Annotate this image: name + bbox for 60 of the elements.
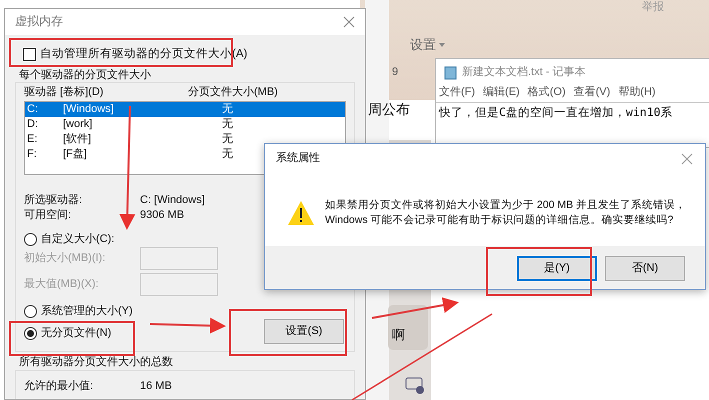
menu-item[interactable]: 编辑(E) — [483, 85, 520, 100]
paging-size: 无 — [222, 147, 233, 162]
notepad-icon — [444, 66, 458, 80]
drive-letter: D: — [27, 117, 38, 132]
field-label: 所选驱动器: — [24, 193, 84, 208]
field-value: 16 MB — [140, 379, 172, 394]
field-label: 初始大小(MB)(I): — [24, 251, 106, 266]
menu-item[interactable]: 查看(V) — [574, 85, 610, 100]
volume-label: [work] — [63, 117, 92, 132]
paging-size: 无 — [222, 102, 233, 117]
drive-row[interactable]: C: [Windows] 无 — [25, 102, 345, 117]
message-text: Windows 可能不会记录可能有助于标识问题的详细信息。确实要继续吗? — [325, 213, 674, 228]
group-title: 所有驱动器分页文件大小的总数 — [19, 356, 173, 368]
input-field[interactable] — [140, 273, 218, 296]
volume-label: [Windows] — [63, 102, 114, 117]
field-value: 9306 MB — [140, 208, 184, 223]
document-text[interactable]: 快了，但是C盘的空间一直在增加，win10系 — [439, 105, 673, 119]
column-header: 驱动器 [卷标](D) — [24, 85, 104, 100]
warning-icon — [287, 200, 315, 226]
field-value: C: [Windows] — [140, 193, 205, 208]
side-text: 周公布 — [368, 100, 410, 118]
message-text: 如果禁用分页文件或将初始大小设置为少于 200 MB 并且发生了系统错误， — [325, 198, 686, 213]
column-header: 分页文件大小(MB) — [188, 85, 278, 100]
checkbox-label[interactable]: 自动管理所有驱动器的分页文件大小(A) — [40, 46, 248, 62]
settings-menu[interactable]: 设置 — [410, 37, 436, 52]
bubble-text: 啊 — [392, 327, 406, 342]
checkbox[interactable] — [23, 48, 36, 60]
volume-label: [软件] — [63, 132, 92, 147]
menu-item[interactable]: 帮助(H) — [618, 85, 656, 100]
radio-button[interactable] — [24, 304, 37, 318]
window-title: 虚拟内存 — [15, 14, 63, 30]
caret-icon — [439, 42, 445, 46]
radio-label[interactable]: 自定义大小(C): — [41, 232, 114, 246]
radio-label[interactable]: 系统管理的大小(Y) — [41, 304, 133, 318]
dialog-button[interactable]: 否(N) — [605, 256, 685, 281]
paging-size: 无 — [222, 117, 233, 132]
paging-size: 无 — [222, 132, 233, 147]
field-label: 最大值(MB)(X): — [24, 277, 100, 292]
drive-letter: E: — [27, 132, 38, 147]
window-title: 新建文本文档.txt - 记事本 — [462, 65, 586, 80]
dialog-button[interactable]: 是(Y) — [517, 256, 597, 281]
close-icon[interactable] — [681, 153, 693, 165]
drive-letter: F: — [27, 147, 37, 162]
side-text: 9 — [392, 65, 398, 80]
menu-item[interactable]: 文件(F) — [439, 85, 476, 100]
drive-row[interactable]: D: [work] 无 — [25, 117, 345, 132]
close-icon[interactable] — [343, 16, 355, 28]
radio-button[interactable] — [24, 232, 37, 246]
radio-button[interactable] — [24, 326, 37, 340]
group-title: 每个驱动器的分页文件大小 — [19, 69, 151, 81]
set-button[interactable]: 设置(S) — [264, 319, 344, 344]
drive-row[interactable]: E: [软件] 无 — [25, 132, 345, 147]
chat-icon[interactable] — [405, 377, 427, 395]
input-field[interactable] — [140, 247, 218, 270]
field-label: 允许的最小值: — [24, 379, 94, 394]
volume-label: [F盘] — [63, 147, 87, 162]
window-title: 系统属性 — [276, 151, 320, 166]
drive-letter: C: — [27, 102, 38, 117]
menu-item[interactable]: 格式(O) — [528, 85, 566, 100]
field-label: 可用空间: — [24, 208, 72, 223]
